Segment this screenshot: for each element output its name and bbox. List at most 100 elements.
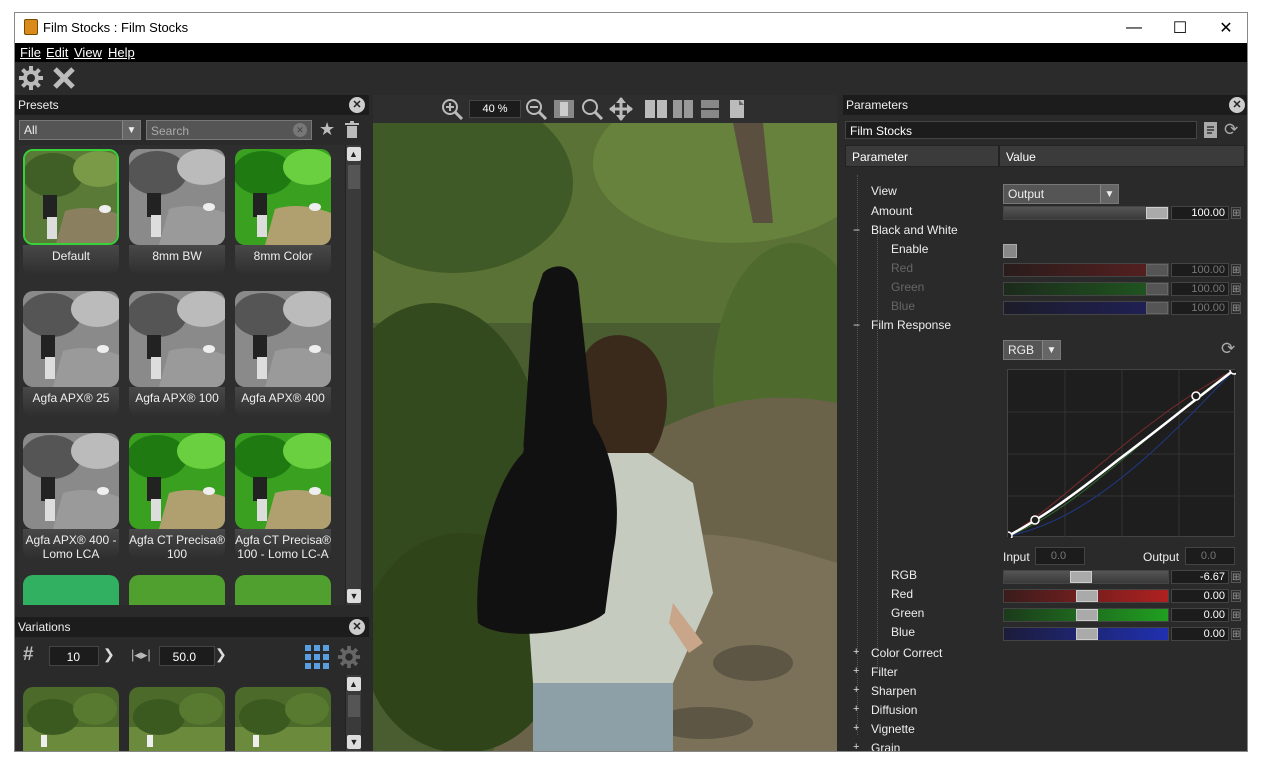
expand-icon[interactable]: ⊞ (1231, 609, 1241, 621)
expand-icon[interactable]: ⊞ (1231, 571, 1241, 583)
zoom-in-icon[interactable] (441, 98, 465, 121)
rgb-slider[interactable] (1003, 570, 1169, 584)
search-input[interactable]: Search ✕ (146, 120, 312, 140)
bw-red-slider[interactable] (1003, 263, 1169, 277)
expand-icon[interactable]: ⊞ (1231, 283, 1241, 295)
chevron-right-icon[interactable]: ❯ (103, 646, 115, 663)
fit-window-icon[interactable] (553, 99, 575, 119)
collapse-icon[interactable]: − (853, 223, 860, 237)
variation-settings-icon[interactable] (337, 645, 361, 669)
preset-thumb[interactable] (129, 149, 225, 245)
pan-icon[interactable] (609, 97, 633, 121)
expand-group-icon[interactable]: + (853, 684, 859, 696)
variation-thumb[interactable] (23, 687, 119, 751)
preset-thumb[interactable] (23, 291, 119, 387)
zoom-actual-icon[interactable] (581, 98, 605, 121)
collapse-icon[interactable]: − (853, 318, 860, 332)
expand-icon[interactable]: ⊞ (1231, 590, 1241, 602)
star-icon[interactable]: ★ (319, 119, 335, 140)
preset-filter-select[interactable]: All ▼ (19, 120, 141, 140)
preset-name-field[interactable]: Film Stocks (845, 121, 1197, 139)
preset-thumb[interactable] (129, 575, 225, 605)
bw-green-slider[interactable] (1003, 282, 1169, 296)
preset-thumb[interactable] (129, 433, 225, 529)
scroll-down-icon[interactable]: ▼ (347, 735, 361, 749)
expand-icon[interactable]: ⊞ (1231, 207, 1241, 219)
close-variations-icon[interactable]: ✕ (349, 619, 365, 635)
scroll-down-icon[interactable]: ▼ (347, 589, 361, 603)
slider-knob[interactable] (1146, 302, 1168, 314)
zoom-level-field[interactable]: 40 % (469, 100, 521, 118)
tone-curve-editor[interactable] (1003, 365, 1239, 541)
preset-thumb[interactable] (235, 575, 331, 605)
blue-slider[interactable] (1003, 627, 1169, 641)
maximize-button[interactable]: ☐ (1157, 13, 1203, 43)
param-group-label[interactable]: Sharpen (871, 684, 916, 698)
view-select[interactable]: Output ▼ (1003, 184, 1119, 204)
bw-green-value[interactable]: 100.00 (1171, 282, 1229, 296)
minimize-button[interactable]: — (1111, 13, 1157, 43)
input-value-field[interactable]: 0.0 (1035, 547, 1085, 565)
blue-value[interactable]: 0.00 (1171, 627, 1229, 641)
param-group-label[interactable]: Filter (871, 665, 898, 679)
rgb-value[interactable]: -6.67 (1171, 570, 1229, 584)
preset-thumb[interactable] (23, 575, 119, 605)
amount-slider[interactable] (1003, 206, 1169, 220)
trash-icon[interactable] (345, 121, 359, 138)
expand-icon[interactable]: ⊞ (1231, 628, 1241, 640)
slider-knob[interactable] (1146, 283, 1168, 295)
slider-knob[interactable] (1146, 207, 1168, 219)
menu-view[interactable]: View (74, 45, 102, 60)
horizontal-split-icon[interactable] (701, 100, 719, 118)
grid-view-icon[interactable] (305, 645, 329, 669)
red-slider[interactable] (1003, 589, 1169, 603)
variation-thumb[interactable] (129, 687, 225, 751)
preset-thumb[interactable] (23, 149, 119, 245)
variation-amount-field[interactable]: 50.0 (159, 646, 215, 666)
reset-icon[interactable]: ⟳ (1224, 120, 1244, 140)
variation-thumb[interactable] (235, 687, 331, 751)
expand-icon[interactable]: ⊞ (1231, 302, 1241, 314)
menu-file[interactable]: File (20, 45, 41, 60)
slider-knob[interactable] (1076, 628, 1098, 640)
preset-thumb[interactable] (23, 433, 119, 529)
preset-thumb[interactable] (235, 149, 331, 245)
page-icon[interactable] (729, 99, 745, 119)
amount-value[interactable]: 100.00 (1171, 206, 1229, 220)
clear-search-icon[interactable]: ✕ (293, 123, 307, 137)
menu-edit[interactable]: Edit (46, 45, 68, 60)
scroll-thumb[interactable] (347, 165, 360, 189)
close-parameters-icon[interactable]: ✕ (1229, 97, 1245, 113)
chevron-right-icon-2[interactable]: ❯ (215, 646, 227, 663)
param-group-label[interactable]: Grain (871, 741, 900, 751)
curve-reset-icon[interactable]: ⟳ (1221, 339, 1235, 359)
red-value[interactable]: 0.00 (1171, 589, 1229, 603)
bw-blue-slider[interactable] (1003, 301, 1169, 315)
output-value-field[interactable]: 0.0 (1185, 547, 1235, 565)
preset-thumb[interactable] (235, 291, 331, 387)
param-group-label[interactable]: Color Correct (871, 646, 942, 660)
expand-group-icon[interactable]: + (853, 703, 859, 715)
bw-red-value[interactable]: 100.00 (1171, 263, 1229, 277)
bw-blue-value[interactable]: 100.00 (1171, 301, 1229, 315)
expand-group-icon[interactable]: + (853, 722, 859, 734)
expand-group-icon[interactable]: + (853, 646, 859, 658)
photo-canvas[interactable] (373, 123, 837, 751)
close-window-button[interactable]: ✕ (1203, 13, 1247, 43)
preset-scrollbar[interactable]: ▲ ▼ (345, 145, 361, 605)
param-group-label[interactable]: Vignette (871, 722, 915, 736)
variation-scrollbar[interactable]: ▲ ▼ (345, 675, 361, 751)
curve-channel-select[interactable]: RGB ▼ (1003, 340, 1061, 360)
close-x-icon[interactable] (51, 65, 77, 91)
split-compare-icon[interactable] (673, 100, 693, 118)
expand-icon[interactable]: ⊞ (1231, 264, 1241, 276)
slider-knob[interactable] (1070, 571, 1092, 583)
enable-checkbox[interactable] (1003, 244, 1017, 258)
scroll-up-icon[interactable]: ▲ (346, 677, 361, 691)
variation-count-field[interactable]: 10 (49, 646, 99, 666)
scroll-thumb[interactable] (347, 695, 360, 717)
expand-group-icon[interactable]: + (853, 741, 859, 751)
param-group-label[interactable]: Diffusion (871, 703, 917, 717)
split-view-icon[interactable] (645, 100, 667, 118)
gear-icon[interactable] (18, 65, 44, 91)
